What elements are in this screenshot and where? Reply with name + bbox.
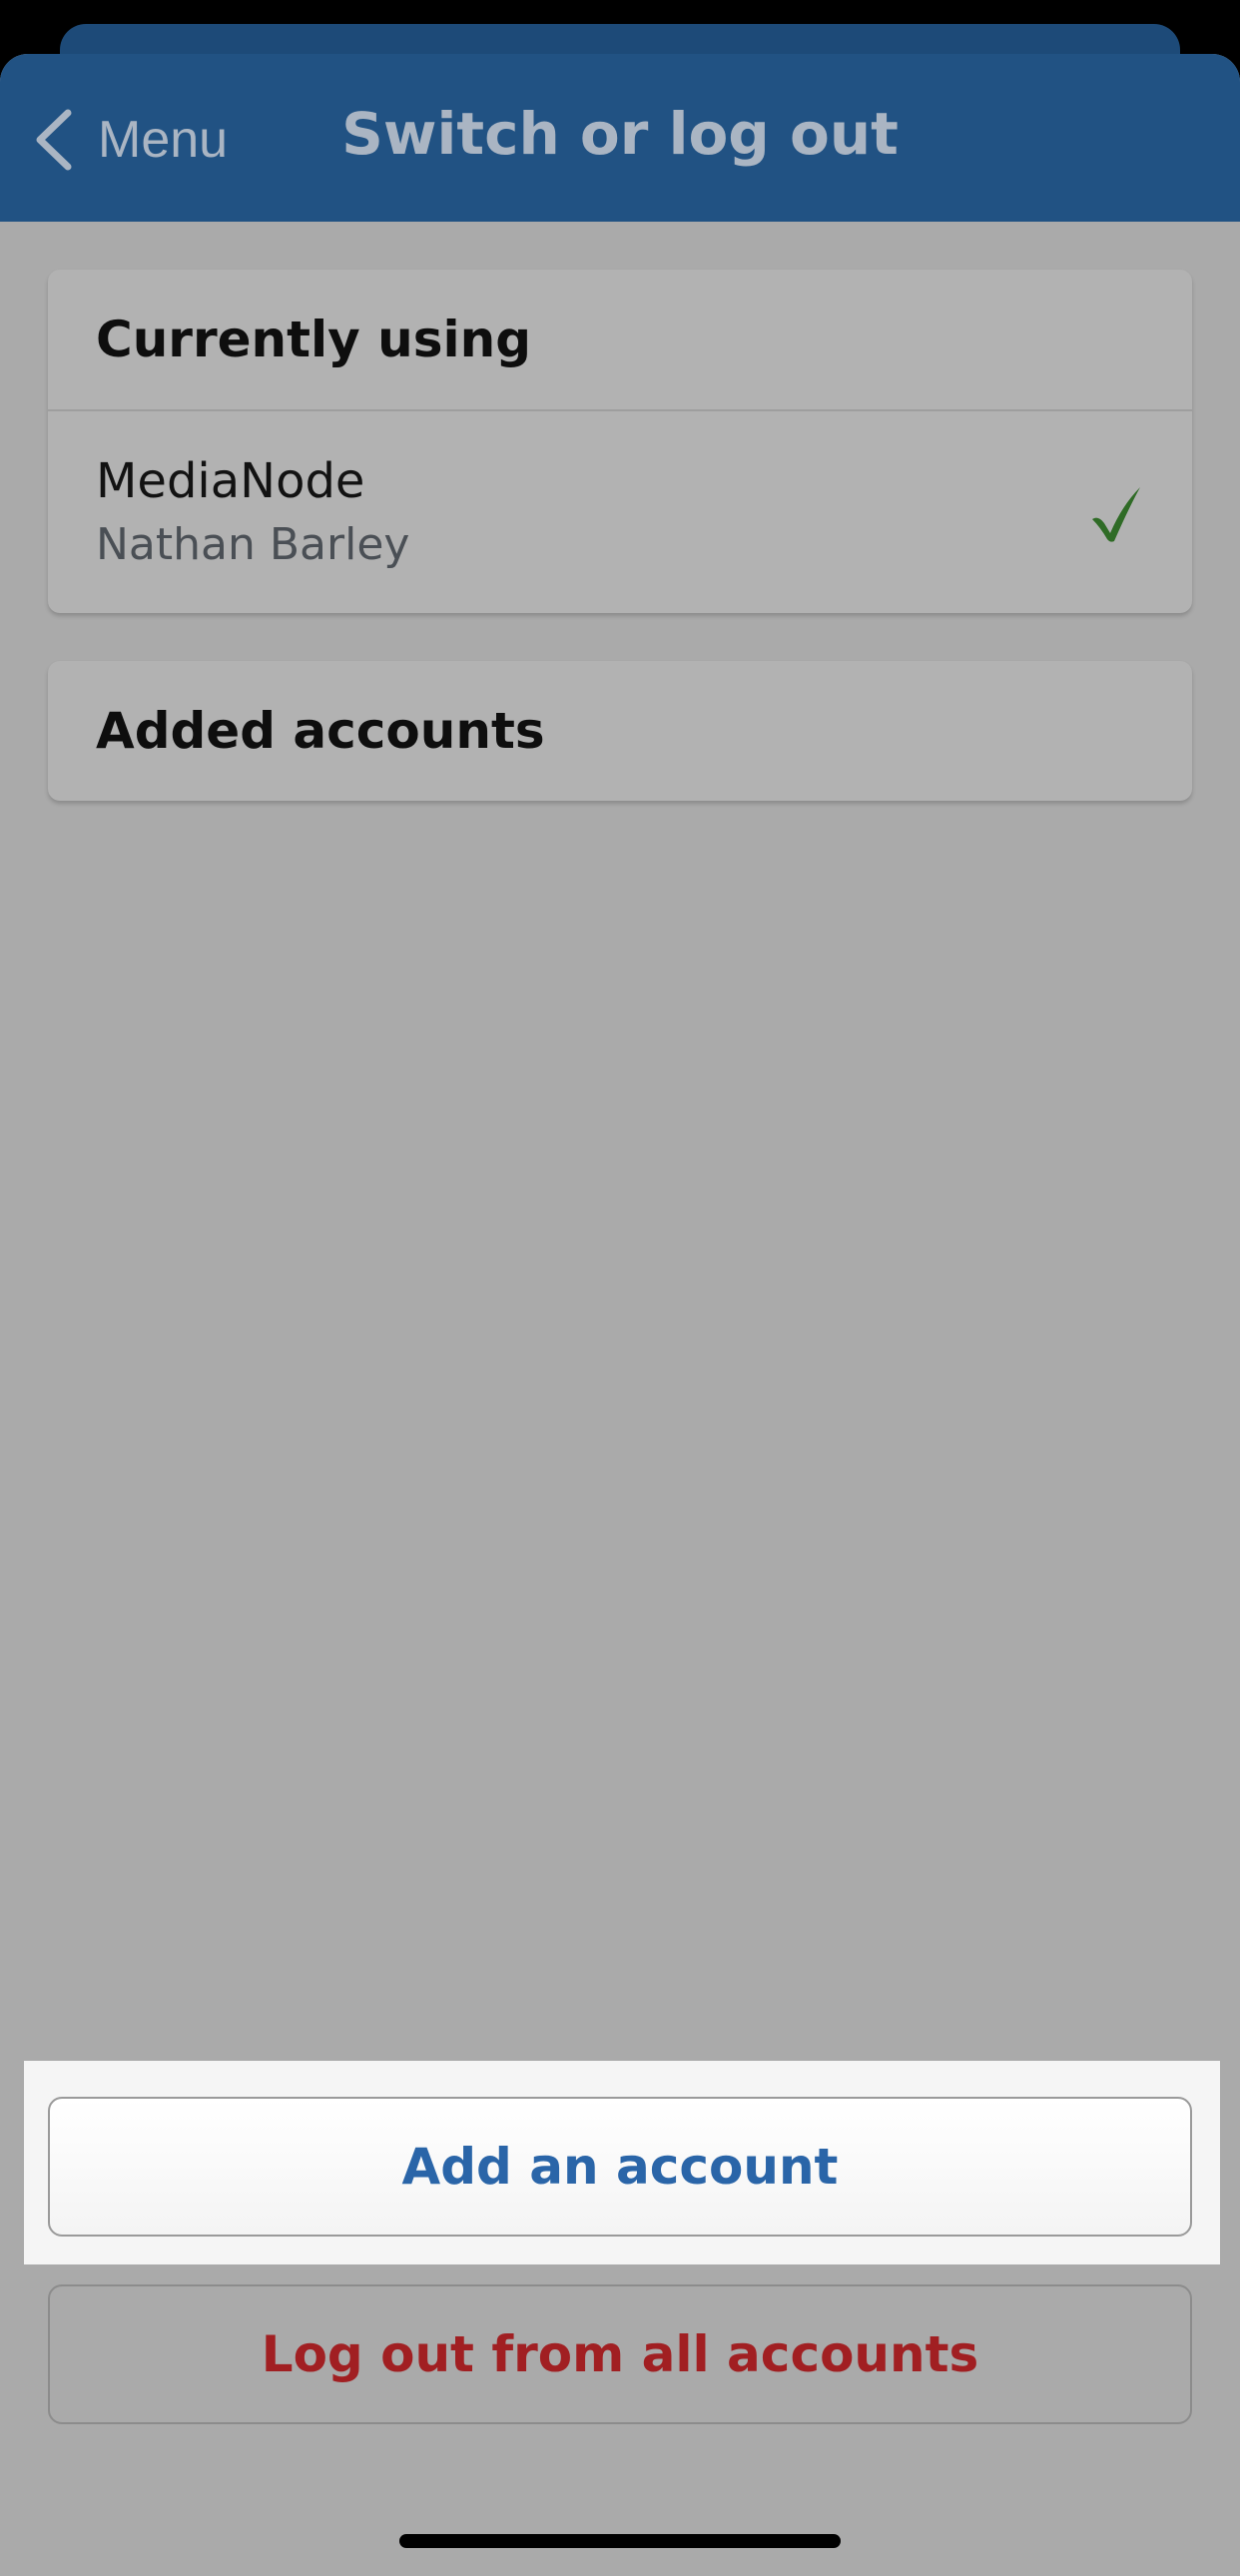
current-account-card: Currently using MediaNode Nathan Barley	[48, 270, 1192, 613]
account-user-name: Nathan Barley	[96, 519, 410, 570]
add-account-button[interactable]: Add an account	[48, 2097, 1192, 2237]
logout-all-button[interactable]: Log out from all accounts	[48, 2284, 1192, 2424]
currently-using-header: Currently using	[96, 311, 532, 368]
page-title: Switch or log out	[341, 100, 899, 168]
checkmark-icon	[1092, 487, 1140, 542]
navigation-bar: Menu Switch or log out	[0, 54, 1240, 222]
switch-account-screen: Menu Switch or log out Currently using M…	[0, 54, 1240, 2576]
current-account-row[interactable]: MediaNode Nathan Barley	[48, 411, 1192, 613]
added-accounts-card: Added accounts	[48, 661, 1192, 801]
home-indicator[interactable]	[399, 2534, 841, 2548]
account-name: MediaNode	[96, 453, 365, 509]
added-accounts-header: Added accounts	[96, 702, 545, 760]
